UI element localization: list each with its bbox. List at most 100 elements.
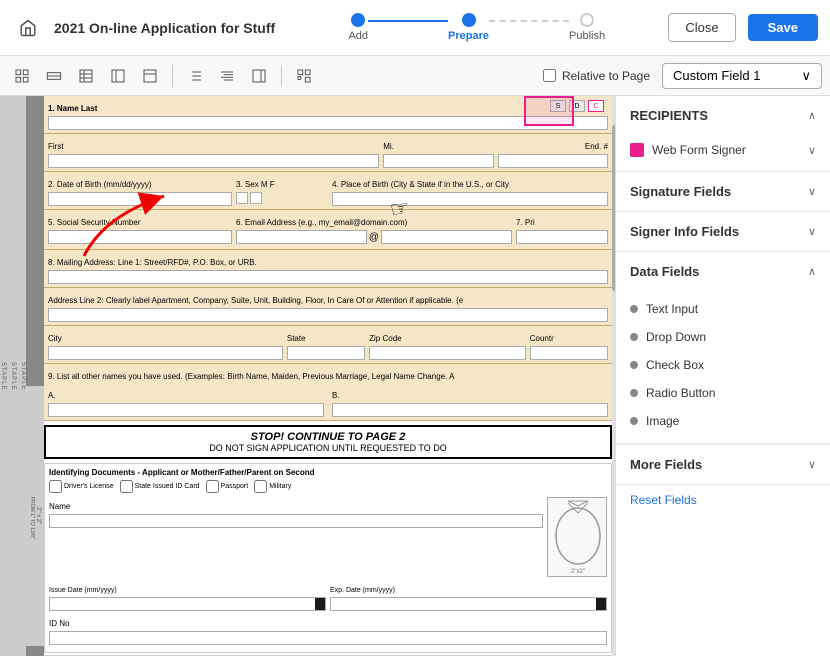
field-check-box[interactable]: Check Box [616, 351, 830, 379]
pdf-scroll[interactable]: STAPLE STAPLE STAPLE 2" x 2" FROM 1" TO … [0, 96, 615, 656]
steps-container: Add Prepare Publish [295, 13, 658, 42]
id-no-label: ID No [49, 619, 69, 628]
state-input[interactable] [287, 346, 365, 360]
home-button[interactable] [12, 12, 44, 44]
toolbar-icon-4[interactable] [104, 62, 132, 90]
name-b-cell: B. [332, 386, 608, 417]
step-publish[interactable]: Publish [569, 13, 605, 42]
stop-section: STOP! CONTINUE TO PAGE 2 DO NOT SIGN APP… [44, 425, 612, 459]
dob-input[interactable] [48, 192, 232, 206]
date-flag-issue [315, 598, 325, 610]
ssn-input[interactable] [48, 230, 232, 244]
recipient-name: Web Form Signer [652, 143, 800, 157]
sex-inputs [236, 192, 328, 206]
zip-input[interactable] [369, 346, 526, 360]
end-input[interactable] [498, 154, 608, 168]
id-no-input[interactable] [49, 631, 607, 645]
toolbar-icon-7[interactable] [213, 62, 241, 90]
scrollbar-thumb[interactable] [612, 124, 615, 292]
addr2-input[interactable] [48, 308, 608, 322]
data-fields-title: Data Fields [630, 264, 699, 279]
signature-fields-chevron: ∨ [808, 185, 816, 198]
addr1-input[interactable] [48, 270, 608, 284]
relative-to-page-label: Relative to Page [562, 69, 650, 83]
name-b-input[interactable] [332, 403, 608, 417]
email-domain-input[interactable] [381, 230, 512, 244]
more-fields-header[interactable]: More Fields ∨ [616, 444, 830, 484]
field-dot-radio-button [630, 389, 638, 397]
pri-input[interactable] [516, 230, 608, 244]
name-a-input[interactable] [48, 403, 324, 417]
custom-field-dropdown[interactable]: Custom Field 1 ∨ [662, 63, 822, 89]
id-no-row: ID No [49, 614, 607, 645]
signer-info-title: Signer Info Fields [630, 224, 739, 239]
form-row-4: 5. Social Security Number 6. Email Addre… [44, 210, 612, 250]
pink-highlight-box [524, 96, 574, 126]
reset-fields-link[interactable]: Reset Fields [616, 485, 830, 515]
field-label-image: Image [646, 414, 679, 428]
sex-m[interactable] [236, 192, 248, 204]
step-prepare[interactable]: Prepare [448, 13, 489, 42]
toolbar-icon-3[interactable] [72, 62, 100, 90]
drivers-license-option[interactable]: Driver's License [49, 480, 114, 493]
step-prepare-circle [462, 13, 476, 27]
toolbar-icon-6[interactable] [181, 62, 209, 90]
step-publish-label: Publish [569, 30, 605, 42]
issue-date-input[interactable] [49, 597, 326, 611]
signer-info-header[interactable]: Signer Info Fields ∨ [616, 212, 830, 251]
zip-cell: Zip Code [369, 329, 526, 360]
recipients-title: RECIPIENTS [630, 108, 708, 123]
city-input[interactable] [48, 346, 283, 360]
signature-fields-title: Signature Fields [630, 184, 731, 199]
drivers-license-checkbox[interactable] [49, 480, 62, 493]
toolbar-icon-8[interactable] [245, 62, 273, 90]
id-docs-options: Driver's License State Issued ID Card Pa… [49, 480, 607, 493]
close-button[interactable]: Close [668, 13, 735, 42]
face-svg: 2"x2" [548, 498, 607, 577]
data-fields-header[interactable]: Data Fields ∧ [616, 252, 830, 291]
id-docs-label: Identifying Documents - Applicant or Mot… [49, 468, 607, 477]
country-input[interactable] [530, 346, 608, 360]
exp-date-cell: Exp. Date (mm/yyyy) [330, 580, 607, 611]
field-image[interactable]: Image [616, 407, 830, 435]
section1-label: 1. Name Last [48, 104, 97, 113]
id-name-row: Name 2"x2" [49, 497, 607, 577]
field-drop-down[interactable]: Drop Down [616, 323, 830, 351]
ssn-cell: 5. Social Security Number [48, 213, 232, 244]
toolbar-icon-5[interactable] [136, 62, 164, 90]
first-input[interactable] [48, 154, 379, 168]
state-id-checkbox[interactable] [120, 480, 133, 493]
scrollbar-track[interactable] [612, 96, 615, 656]
step-add[interactable]: Add [348, 13, 368, 42]
passport-option[interactable]: Passport [206, 480, 249, 493]
recipients-header[interactable]: RECIPIENTS ∧ [616, 96, 830, 135]
signature-fields-header[interactable]: Signature Fields ∨ [616, 172, 830, 211]
form-row-3: 2. Date of Birth (mm/dd/yyyy) 3. Sex M F [44, 172, 612, 210]
pob-input[interactable] [332, 192, 608, 206]
state-id-option[interactable]: State Issued ID Card [120, 480, 200, 493]
field-label-radio-button: Radio Button [646, 386, 715, 400]
toolbar-icon-1[interactable] [8, 62, 36, 90]
toolbar-icon-2[interactable] [40, 62, 68, 90]
toolbar-icon-9[interactable] [290, 62, 318, 90]
passport-checkbox[interactable] [206, 480, 219, 493]
pob-cell: 4. Place of Birth (City & State if in th… [332, 175, 608, 206]
military-option[interactable]: Military [254, 480, 291, 493]
military-checkbox[interactable] [254, 480, 267, 493]
signer-info-section: Signer Info Fields ∨ [616, 212, 830, 252]
stop-line1: STOP! CONTINUE TO PAGE 2 [50, 431, 606, 443]
sex-f[interactable] [250, 192, 262, 204]
main-area: STAPLE STAPLE STAPLE 2" x 2" FROM 1" TO … [0, 96, 830, 656]
data-fields-section: Data Fields ∧ Text Input Drop Down Check… [616, 252, 830, 444]
recipient-chevron[interactable]: ∨ [808, 144, 816, 157]
field-text-input[interactable]: Text Input [616, 295, 830, 323]
field-radio-button[interactable]: Radio Button [616, 379, 830, 407]
staple-mid: STAPLE [10, 362, 16, 391]
id-name-input[interactable] [49, 514, 543, 528]
mi-input[interactable] [383, 154, 493, 168]
save-button[interactable]: Save [748, 14, 818, 41]
relative-to-page-checkbox[interactable] [543, 69, 556, 82]
exp-date-input[interactable] [330, 597, 607, 611]
state-label: State [287, 334, 306, 343]
email-input[interactable] [236, 230, 367, 244]
